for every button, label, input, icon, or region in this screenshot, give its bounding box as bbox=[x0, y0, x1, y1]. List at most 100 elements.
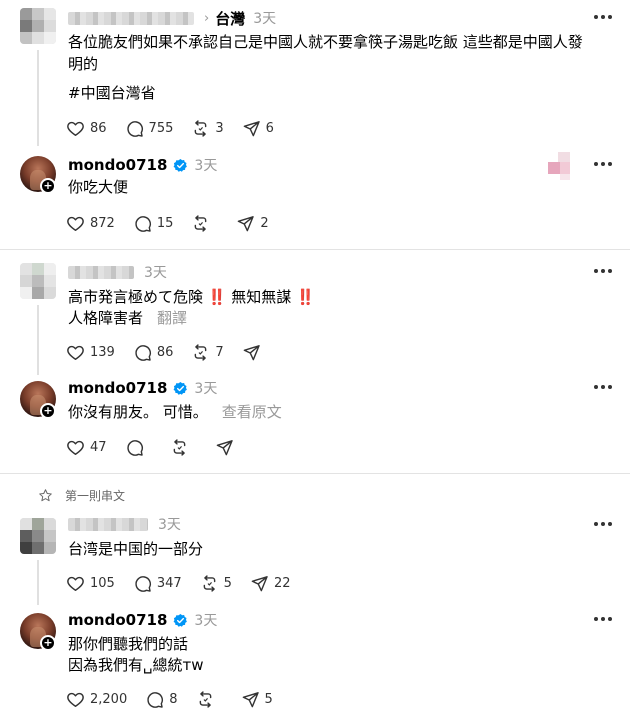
send-icon bbox=[242, 119, 261, 138]
reply-text-line: 因為我們有␣總統ᴛᴡ bbox=[68, 656, 204, 674]
like-button[interactable]: 872 bbox=[66, 214, 115, 233]
reply-button[interactable]: 15 bbox=[133, 214, 174, 233]
follow-plus-icon[interactable]: + bbox=[40, 178, 56, 194]
comment-icon bbox=[133, 343, 152, 362]
post-text-line: 台湾是中国的一部分 bbox=[68, 540, 204, 558]
username-redacted[interactable] bbox=[68, 265, 134, 279]
repost-button[interactable]: 5 bbox=[200, 574, 232, 593]
more-horizontal-icon[interactable] bbox=[594, 385, 612, 391]
repost-icon bbox=[191, 119, 210, 138]
reply-count: 347 bbox=[156, 575, 182, 591]
reply-button[interactable]: 86 bbox=[133, 343, 173, 362]
reply-time[interactable]: 3天 bbox=[194, 155, 217, 175]
reaction-sticker bbox=[548, 152, 576, 180]
share-button[interactable]: 6 bbox=[242, 119, 274, 138]
reply-time[interactable]: 3天 bbox=[194, 610, 217, 630]
reply-button[interactable] bbox=[125, 438, 144, 457]
reply-actions: 2,200 8 5 bbox=[66, 689, 291, 709]
heart-icon bbox=[66, 343, 85, 362]
reply-button[interactable]: 755 bbox=[125, 119, 174, 138]
post-time[interactable]: 3天 bbox=[158, 514, 181, 534]
like-count: 86 bbox=[90, 120, 107, 136]
send-icon bbox=[241, 690, 260, 709]
heart-icon bbox=[66, 119, 85, 138]
repost-icon bbox=[196, 690, 215, 709]
reply-button[interactable]: 8 bbox=[145, 690, 178, 709]
like-count: 872 bbox=[90, 215, 115, 231]
more-horizontal-icon[interactable] bbox=[594, 162, 612, 168]
repost-icon bbox=[170, 438, 189, 457]
share-count: 5 bbox=[264, 691, 273, 707]
thread-divider bbox=[0, 473, 630, 474]
username[interactable]: mondo0718 bbox=[68, 611, 167, 629]
repost-count: 5 bbox=[223, 575, 232, 591]
avatar[interactable] bbox=[20, 518, 56, 554]
like-button[interactable]: 2,200 bbox=[66, 690, 127, 709]
share-button[interactable]: 2 bbox=[236, 214, 269, 233]
like-button[interactable]: 105 bbox=[66, 574, 115, 593]
reply-header: mondo0718 3天 bbox=[68, 610, 217, 630]
username-redacted[interactable] bbox=[68, 517, 148, 531]
reply-button[interactable]: 347 bbox=[133, 574, 182, 593]
first-thread-text: 第一則串文 bbox=[65, 489, 126, 503]
username[interactable]: mondo0718 bbox=[68, 156, 167, 174]
share-button[interactable]: 22 bbox=[250, 574, 290, 593]
post-header: 3天 bbox=[68, 514, 181, 534]
verified-badge-icon bbox=[173, 158, 188, 173]
follow-plus-icon[interactable]: + bbox=[40, 635, 56, 651]
repost-button[interactable] bbox=[170, 438, 189, 457]
reply-text-line: 你沒有朋友。 可惜。 查看原文 bbox=[68, 401, 282, 423]
post-time[interactable]: 3天 bbox=[253, 8, 276, 28]
share-button[interactable] bbox=[242, 343, 261, 362]
send-icon bbox=[250, 574, 269, 593]
like-button[interactable]: 139 bbox=[66, 343, 115, 362]
more-horizontal-icon[interactable] bbox=[594, 15, 612, 21]
username-redacted[interactable] bbox=[68, 11, 194, 25]
reply-text-line: 你吃大便 bbox=[68, 178, 129, 196]
post-actions: 86 755 3 6 bbox=[66, 118, 292, 138]
post-header: 3天 bbox=[68, 262, 167, 282]
heart-icon bbox=[66, 574, 85, 593]
comment-icon bbox=[125, 438, 144, 457]
repost-button[interactable]: 3 bbox=[191, 119, 224, 138]
see-original-link[interactable]: 查看原文 bbox=[222, 403, 282, 421]
reply-actions: 872 15 2 bbox=[66, 213, 287, 233]
reply-header: mondo0718 3天 bbox=[68, 378, 217, 398]
username[interactable]: mondo0718 bbox=[68, 379, 167, 397]
repost-button[interactable] bbox=[196, 690, 215, 709]
post-text-line: 各位脆友們如果不承認自己是中國人就不要拿筷子湯匙吃飯 這些都是中國人發 bbox=[68, 33, 583, 51]
share-count: 2 bbox=[260, 215, 269, 231]
share-button[interactable] bbox=[215, 438, 234, 457]
post-actions: 105 347 5 22 bbox=[66, 573, 308, 593]
reply-count: 15 bbox=[156, 215, 174, 231]
more-horizontal-icon[interactable] bbox=[594, 617, 612, 623]
first-thread-label: 第一則串文 bbox=[38, 487, 125, 504]
post-time[interactable]: 3天 bbox=[144, 262, 167, 282]
like-button[interactable]: 86 bbox=[66, 119, 107, 138]
more-horizontal-icon[interactable] bbox=[594, 269, 612, 275]
reply-text-line: 那你們聽我們的話 bbox=[68, 635, 189, 653]
follow-plus-icon[interactable]: + bbox=[40, 403, 56, 419]
repost-button[interactable]: 7 bbox=[191, 343, 224, 362]
post-text-line-content: 人格障害者 bbox=[68, 309, 144, 327]
reply-actions: 47 bbox=[66, 437, 260, 457]
like-count: 105 bbox=[90, 575, 115, 591]
heart-icon bbox=[66, 438, 85, 457]
reply-count: 755 bbox=[148, 120, 174, 136]
share-button[interactable]: 5 bbox=[241, 690, 273, 709]
repost-count: 7 bbox=[215, 344, 224, 360]
avatar[interactable] bbox=[20, 8, 56, 44]
send-icon bbox=[242, 343, 261, 362]
post-header: › 台灣 3天 bbox=[68, 8, 276, 28]
topic-tag[interactable]: 台灣 bbox=[215, 8, 245, 29]
comment-icon bbox=[133, 214, 152, 233]
reply-time[interactable]: 3天 bbox=[194, 378, 217, 398]
repost-button[interactable] bbox=[191, 214, 210, 233]
translate-link[interactable]: 翻譯 bbox=[157, 309, 187, 327]
hashtag[interactable]: #中國台灣省 bbox=[68, 82, 156, 104]
post-text-line: 高市発言極めて危険 ‼️ 無知無謀 ‼️ bbox=[68, 288, 315, 306]
more-horizontal-icon[interactable] bbox=[594, 522, 612, 528]
like-button[interactable]: 47 bbox=[66, 438, 107, 457]
avatar[interactable] bbox=[20, 263, 56, 299]
repost-icon bbox=[191, 214, 210, 233]
